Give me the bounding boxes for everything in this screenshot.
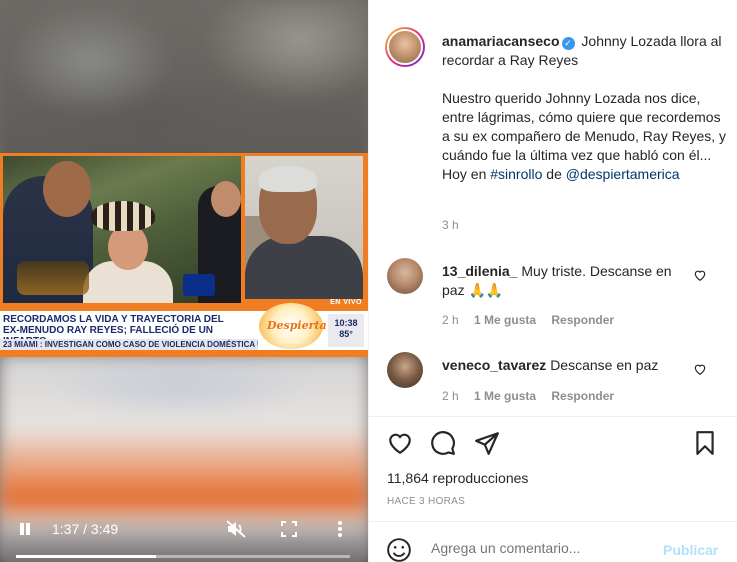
save-bookmark-icon[interactable] — [692, 430, 718, 456]
commenter-username[interactable]: 13_dilenia_ — [442, 263, 518, 279]
posted-time: HACE 3 HORAS — [387, 496, 466, 507]
view-count[interactable]: 11,864 reproducciones — [387, 470, 528, 486]
progress-bar[interactable] — [16, 555, 350, 558]
comment-meta: 2 h 1 Me gusta Responder — [442, 313, 615, 327]
live-indicator: EN VIVO — [330, 299, 362, 306]
like-comment-icon[interactable] — [693, 362, 707, 376]
progress-fill — [16, 555, 157, 558]
divider — [369, 521, 737, 522]
show-logo — [17, 261, 89, 295]
comment-input[interactable] — [431, 540, 651, 556]
reply-button[interactable]: Responder — [551, 313, 614, 327]
commenter-username[interactable]: veneco_tavarez — [442, 357, 546, 373]
share-send-icon[interactable] — [474, 430, 500, 456]
comment-likes[interactable]: 1 Me gusta — [474, 389, 536, 403]
commenter-avatar[interactable] — [387, 258, 423, 294]
action-bar — [385, 430, 725, 458]
post-age: 3 h — [442, 218, 459, 232]
microphone-image — [183, 274, 215, 296]
comment-bubble-icon[interactable] — [430, 430, 456, 456]
author-username[interactable]: anamariacanseco — [442, 33, 560, 49]
like-heart-icon[interactable] — [387, 430, 413, 456]
hashtag-link[interactable]: #sinrollo — [490, 166, 542, 182]
comment-meta: 2 h 1 Me gusta Responder — [442, 389, 615, 403]
post-detail-panel: anamariacanseco ✓ Johnny Lozada llora al … — [368, 0, 737, 562]
studio-scene — [3, 156, 241, 303]
comment-text: Descanse en paz — [550, 357, 659, 373]
more-options-icon[interactable] — [336, 520, 344, 538]
commenter-avatar[interactable] — [387, 352, 423, 388]
verified-badge-icon: ✓ — [561, 37, 575, 50]
author-avatar[interactable] — [385, 27, 425, 67]
pause-icon[interactable] — [18, 522, 32, 536]
post-caption: anamariacanseco ✓ Johnny Lozada llora al … — [442, 33, 727, 182]
time-display: 1:37 / 3:49 — [52, 521, 119, 537]
like-comment-icon[interactable] — [693, 268, 707, 282]
brand-logo-text: Despierta — [267, 319, 327, 332]
divider — [369, 416, 737, 417]
remote-guest-scene — [245, 156, 363, 299]
broadcast-frame: EN VIVO RECORDAMOS LA VIDA Y TRAYECTORIA… — [0, 153, 368, 357]
comment-likes[interactable]: 1 Me gusta — [474, 313, 536, 327]
emoji-icon[interactable] — [386, 537, 412, 562]
video-player[interactable]: EN VIVO RECORDAMOS LA VIDA Y TRAYECTORIA… — [0, 0, 368, 562]
news-ticker: 23 MIAMI : INVESTIGAN COMO CASO DE VIOLE… — [0, 339, 258, 350]
mention-link[interactable]: @despiertamerica — [566, 166, 680, 182]
lower-third: RECORDAMOS LA VIDA Y TRAYECTORIA DEL EX-… — [0, 303, 368, 357]
hat-image — [91, 201, 155, 231]
clock-weather-box: 10:38 85° — [328, 314, 364, 347]
publish-button[interactable]: Publicar — [663, 542, 718, 558]
video-controls: 1:37 / 3:49 — [0, 510, 368, 562]
mute-icon[interactable] — [226, 520, 246, 538]
reply-button[interactable]: Responder — [551, 389, 614, 403]
fullscreen-icon[interactable] — [281, 521, 297, 537]
